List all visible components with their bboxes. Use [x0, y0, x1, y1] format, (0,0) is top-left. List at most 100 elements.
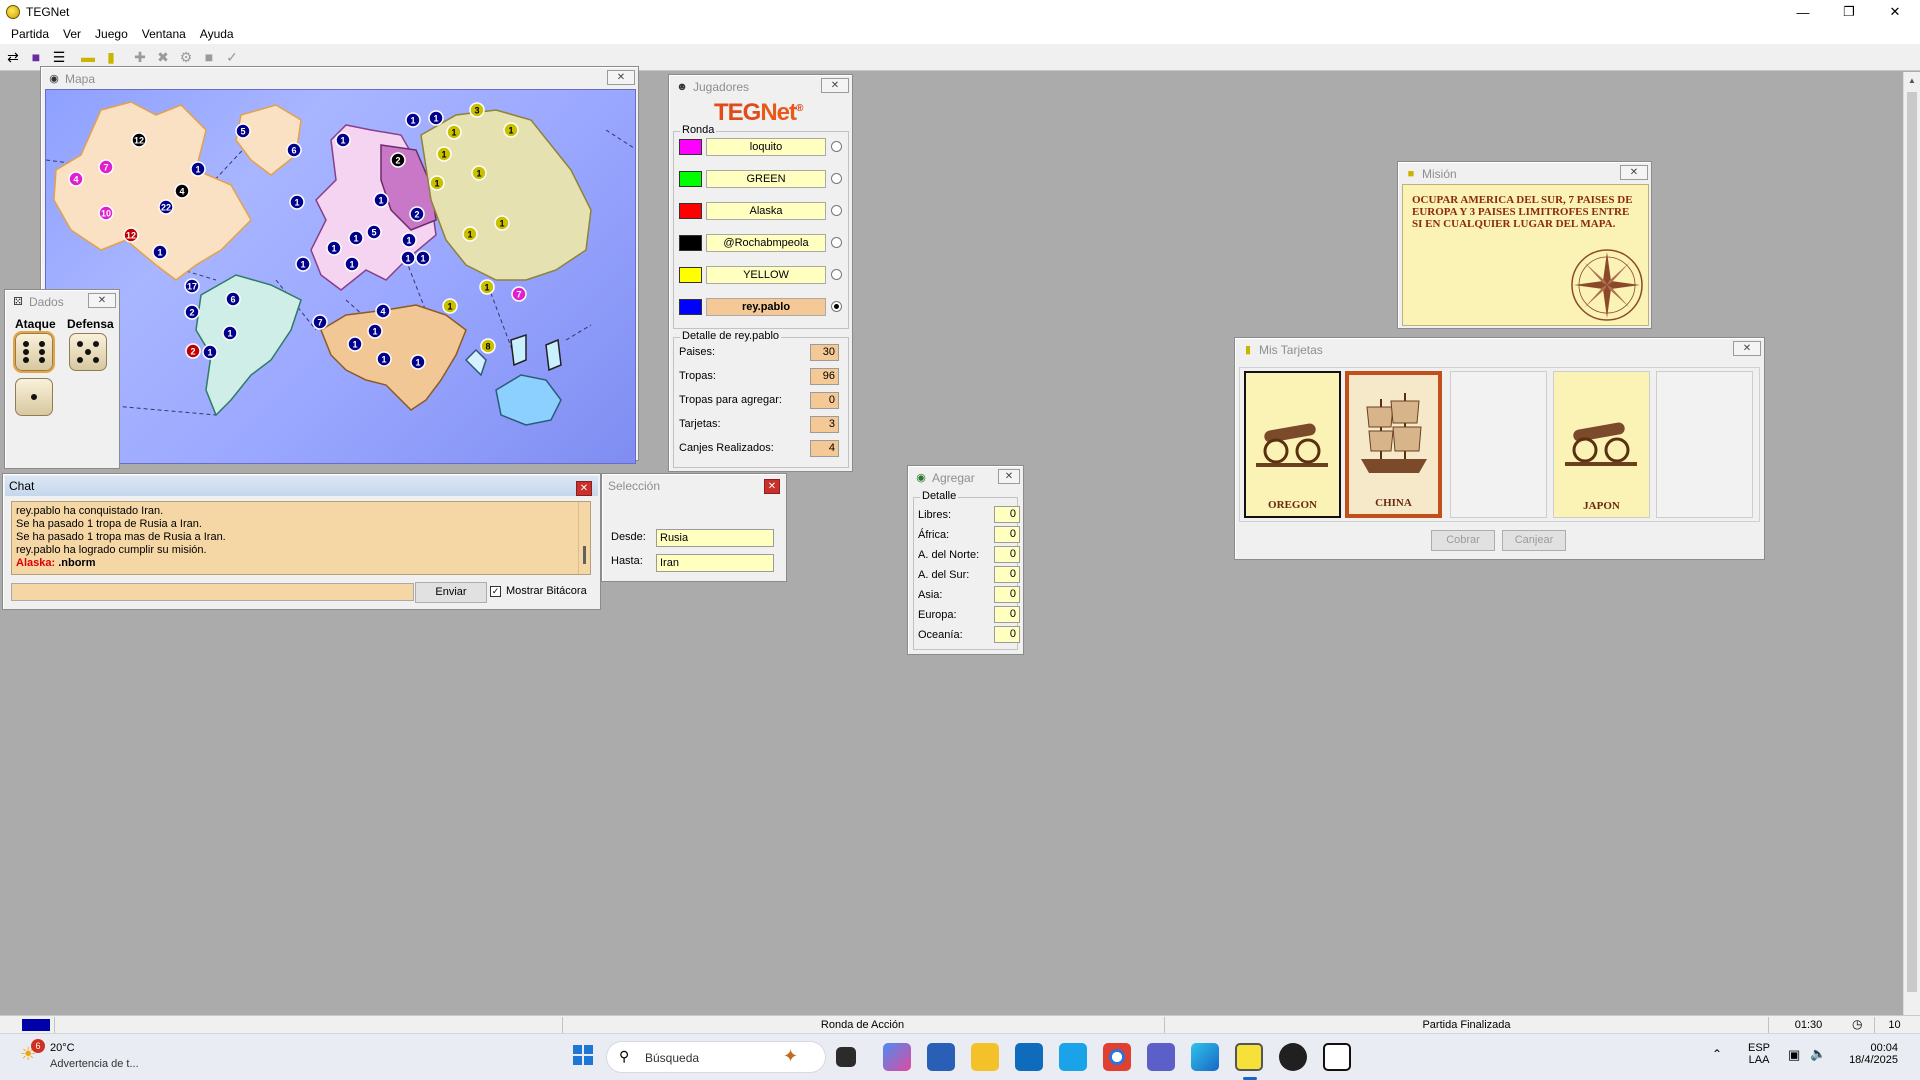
- player-radio[interactable]: [831, 237, 842, 248]
- seleccion-close-button[interactable]: ✕: [764, 479, 780, 494]
- edge-icon[interactable]: [1191, 1043, 1219, 1071]
- dice-icon: ⚄: [13, 296, 23, 308]
- player-radio[interactable]: [831, 173, 842, 184]
- title-bar: TEGNet — ❐ ✕: [0, 0, 1920, 24]
- mission-icon: ■: [1407, 168, 1415, 180]
- canjear-button[interactable]: Canjear: [1502, 530, 1566, 551]
- hasta-field[interactable]: Iran: [656, 554, 774, 572]
- jugadores-close-button[interactable]: ✕: [821, 78, 849, 93]
- mdi-scrollbar[interactable]: ▲: [1903, 72, 1920, 1015]
- outlook-icon[interactable]: [1015, 1043, 1043, 1071]
- map-close-button[interactable]: ✕: [607, 70, 635, 85]
- add-icon[interactable]: ✚: [129, 46, 151, 68]
- windows-start-icon[interactable]: [573, 1045, 593, 1065]
- army-count: 1: [378, 196, 383, 206]
- card-slot-empty[interactable]: [1656, 371, 1753, 518]
- player-radio[interactable]: [831, 301, 842, 312]
- check-icon[interactable]: ✓: [221, 46, 243, 68]
- army-count: 1: [331, 244, 336, 254]
- search-highlight-icon: ✦: [783, 1046, 799, 1066]
- tegnet-app-icon[interactable]: [1235, 1043, 1263, 1071]
- network-icon[interactable]: ▣: [1788, 1047, 1800, 1063]
- player-row-green[interactable]: GREEN: [679, 170, 842, 189]
- gear-app-icon[interactable]: [1279, 1043, 1307, 1071]
- card-japon[interactable]: JAPON: [1553, 371, 1650, 518]
- player-radio[interactable]: [831, 205, 842, 216]
- player-row-rochabmpeola[interactable]: @Rochabmpeola: [679, 234, 842, 253]
- player-row-rey-pablo[interactable]: rey.pablo: [679, 298, 842, 317]
- agregar-sur: A. del Sur: 0: [918, 566, 1020, 584]
- menu-ayuda[interactable]: Ayuda: [193, 27, 241, 41]
- todo-icon[interactable]: [1059, 1043, 1087, 1071]
- army-count: 17: [187, 282, 197, 292]
- jugadores-window: ☻ Jugadores ✕ TEGNet® Ronda loquito GREE…: [668, 74, 853, 472]
- folder-icon[interactable]: ■: [198, 46, 220, 68]
- player-radio[interactable]: [831, 141, 842, 152]
- clock-icon: ◷: [1852, 1017, 1863, 1031]
- minimize-button[interactable]: —: [1780, 0, 1826, 24]
- gear-icon[interactable]: ⚙: [175, 46, 197, 68]
- card-icon[interactable]: ▮: [100, 46, 122, 68]
- tarjetas-close-button[interactable]: ✕: [1733, 341, 1761, 356]
- desde-field[interactable]: Rusia: [656, 529, 774, 547]
- task-view-icon[interactable]: [836, 1047, 856, 1067]
- map-view-icon[interactable]: ▬: [77, 46, 99, 68]
- chat-log[interactable]: rey.pablo ha conquistado Iran. Se ha pas…: [11, 501, 591, 575]
- army-count: 1: [294, 198, 299, 208]
- army-count: 1: [227, 329, 232, 339]
- menu-bar: Partida Ver Juego Ventana Ayuda: [0, 24, 1920, 44]
- dados-close-button[interactable]: ✕: [88, 293, 116, 308]
- close-button[interactable]: ✕: [1872, 0, 1918, 24]
- panda-app-icon[interactable]: [1323, 1043, 1351, 1071]
- menu-ventana[interactable]: Ventana: [135, 27, 193, 41]
- explorer-icon[interactable]: [971, 1043, 999, 1071]
- card-oregon[interactable]: OREGON: [1244, 371, 1341, 518]
- dice-icon[interactable]: ■: [25, 46, 47, 68]
- army-count: 2: [414, 210, 419, 220]
- language-indicator[interactable]: ESP LAA: [1748, 1042, 1770, 1066]
- menu-juego[interactable]: Juego: [88, 27, 135, 41]
- mision-close-button[interactable]: ✕: [1620, 165, 1648, 180]
- menu-ver[interactable]: Ver: [56, 27, 88, 41]
- taskbar-search[interactable]: ⚲ Búsqueda ✦: [606, 1041, 826, 1073]
- chat-scrollbar[interactable]: [578, 502, 590, 574]
- player-row-loquito[interactable]: loquito: [679, 138, 842, 157]
- player-radio[interactable]: [831, 269, 842, 280]
- chrome-icon[interactable]: [1103, 1043, 1131, 1071]
- connect-icon[interactable]: ⇄: [2, 46, 24, 68]
- detail-tarjetas: Tarjetas: 3: [679, 416, 841, 434]
- player-row-yellow[interactable]: YELLOW: [679, 266, 842, 285]
- player-color: [679, 299, 702, 315]
- agregar-close-button[interactable]: ✕: [998, 469, 1020, 484]
- chat-close-button[interactable]: ✕: [576, 481, 592, 496]
- menu-partida[interactable]: Partida: [4, 27, 56, 41]
- world-map[interactable]: 12 7 4 1 5 4 22 10 12 1 17 6 2 1 2 1 6 1 1 1 5 1 1 1 1 2 2 1 1 1 1 1 3 1 1…: [45, 89, 636, 464]
- chat-input[interactable]: [11, 583, 414, 601]
- show-log-checkbox[interactable]: ✓: [490, 586, 501, 597]
- volume-icon[interactable]: 🔈: [1810, 1046, 1826, 1062]
- army-count: 1: [433, 114, 438, 124]
- mision-card: OCUPAR AMERICA DEL SUR, 7 PAISES DE EURO…: [1402, 184, 1649, 326]
- taskbar-clock[interactable]: 00:04 18/4/2025: [1838, 1042, 1898, 1066]
- restore-button[interactable]: ❐: [1826, 0, 1872, 24]
- chevron-up-icon[interactable]: ⌃: [1712, 1047, 1722, 1061]
- mision-window: ■ Misión ✕ OCUPAR AMERICA DEL SUR, 7 PAI…: [1397, 161, 1652, 329]
- copilot-icon[interactable]: [883, 1043, 911, 1071]
- army-count: 1: [349, 260, 354, 270]
- army-count: 7: [317, 318, 322, 328]
- army-count: 1: [300, 260, 305, 270]
- player-row-alaska[interactable]: Alaska: [679, 202, 842, 221]
- card-slot-empty[interactable]: [1450, 371, 1547, 518]
- store-icon[interactable]: [927, 1043, 955, 1071]
- cobrar-button[interactable]: Cobrar: [1431, 530, 1495, 551]
- tarjetas-titlebar: ▮ Mis Tarjetas: [1237, 340, 1762, 360]
- chat-line: rey.pablo ha logrado cumplir su misión.: [16, 544, 207, 556]
- status-count: 10: [1874, 1017, 1914, 1033]
- list-icon[interactable]: ☰: [48, 46, 70, 68]
- teams-icon[interactable]: [1147, 1043, 1175, 1071]
- add-troops-icon: ◉: [916, 472, 926, 484]
- send-button[interactable]: Enviar: [415, 582, 487, 603]
- card-china[interactable]: CHINA: [1345, 371, 1442, 518]
- attack-icon[interactable]: ✖: [152, 46, 174, 68]
- status-phase: Ronda de Acción: [562, 1017, 1162, 1033]
